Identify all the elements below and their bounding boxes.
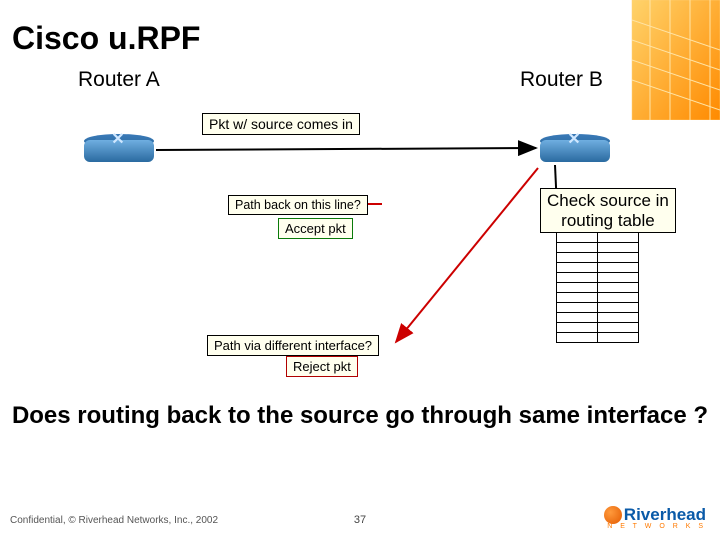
riverhead-logo: Riverhead N E T W O R K S [587,505,706,530]
routing-table-icon [556,232,639,343]
accept-box: Accept pkt [278,218,353,239]
summary-question: Does routing back to the source go throu… [0,402,720,430]
check-src-line2: routing table [561,211,655,230]
reject-box: Reject pkt [286,356,358,377]
logo-ball-icon [604,506,622,524]
logo-subtext: N E T W O R K S [607,523,706,530]
check-source-box: Check source in routing table [540,188,676,233]
pkt-source-box: Pkt w/ source comes in [202,113,360,135]
path-diff-box: Path via different interface? [207,335,379,356]
path-back-box: Path back on this line? [228,195,368,215]
slide: Cisco u.RPF Router A Router B ✕ ✕ Pkt w/… [0,0,720,540]
check-src-line1: Check source in [547,191,669,210]
logo-text: Riverhead [624,505,706,524]
